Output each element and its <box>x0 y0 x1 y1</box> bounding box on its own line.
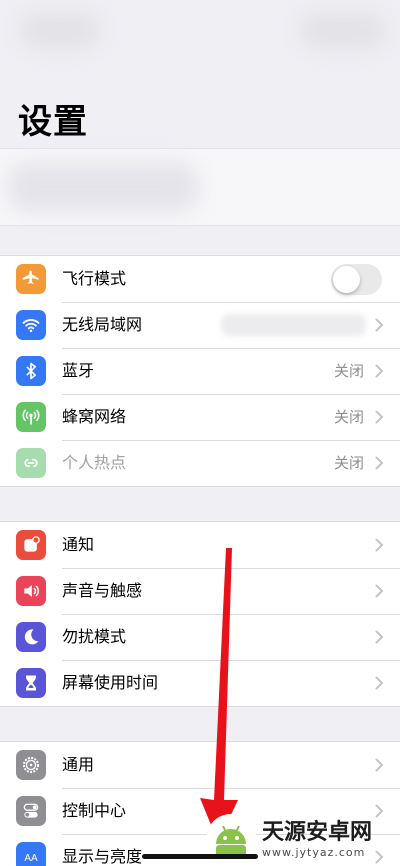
home-indicator <box>142 854 258 859</box>
bluetooth-icon <box>16 356 46 386</box>
wifi-icon <box>16 310 46 340</box>
page-title: 设置 <box>18 102 88 142</box>
notifications-icon <box>16 530 46 560</box>
settings-row-cellular[interactable]: 蜂窝网络 关闭 <box>0 394 400 440</box>
settings-row-value: 关闭 <box>333 454 364 472</box>
gear-icon <box>16 750 46 780</box>
settings-row-hotspot[interactable]: 个人热点 关闭 <box>0 440 400 486</box>
hotspot-icon <box>16 448 46 478</box>
chevron-right-icon <box>375 538 384 552</box>
settings-row-label: 飞行模式 <box>62 269 127 288</box>
settings-row-label: 屏幕使用时间 <box>62 673 159 692</box>
status-bar <box>0 0 400 60</box>
settings-row-moon[interactable]: 勿扰模式 <box>0 614 400 660</box>
status-icons-blurred <box>300 14 386 48</box>
sound-icon <box>16 576 46 606</box>
settings-row-label: 蓝牙 <box>62 361 95 380</box>
settings-group-connectivity: 飞行模式 无线局域网 蓝牙 关闭 蜂窝网络 关闭 个人热点 关闭 <box>0 255 400 487</box>
settings-row-value: 关闭 <box>333 362 364 380</box>
settings-row-gear[interactable]: 通用 <box>0 742 400 788</box>
wifi-network-name-blurred <box>221 314 366 336</box>
airplane-icon <box>16 264 46 294</box>
apple-id-profile-card[interactable] <box>0 148 400 226</box>
chevron-right-icon <box>375 584 384 598</box>
profile-blurred <box>8 163 198 211</box>
settings-row-label: 无线局域网 <box>62 315 143 334</box>
settings-row-notifications[interactable]: 通知 <box>0 522 400 568</box>
settings-row-bluetooth[interactable]: 蓝牙 关闭 <box>0 348 400 394</box>
switches-icon <box>16 796 46 826</box>
settings-row-label: 显示与亮度 <box>62 847 143 866</box>
watermark-title: 天源安卓网 <box>262 819 373 845</box>
settings-row-label: 勿扰模式 <box>62 627 127 646</box>
chevron-right-icon <box>375 364 384 378</box>
settings-row-label: 声音与触感 <box>62 581 143 600</box>
svg-text:AA: AA <box>24 853 38 864</box>
settings-row-label: 蜂窝网络 <box>62 407 127 426</box>
settings-row-label: 控制中心 <box>62 801 127 820</box>
chevron-right-icon <box>375 456 384 470</box>
display-icon: AA <box>16 842 46 866</box>
chevron-right-icon <box>375 758 384 772</box>
settings-row-hourglass[interactable]: 屏幕使用时间 <box>0 660 400 706</box>
toggle-knob <box>333 266 360 293</box>
chevron-right-icon <box>375 410 384 424</box>
chevron-right-icon <box>375 318 384 332</box>
cellular-icon <box>16 402 46 432</box>
watermark-url: www.jytyaz.com <box>262 845 366 859</box>
settings-row-airplane[interactable]: 飞行模式 <box>0 256 400 302</box>
airplane-mode-toggle[interactable] <box>331 264 382 295</box>
chevron-right-icon <box>375 630 384 644</box>
status-time-blurred <box>20 14 100 48</box>
settings-group-notifications: 通知声音与触感勿扰模式屏幕使用时间 <box>0 521 400 707</box>
settings-row-label: 个人热点 <box>62 453 127 472</box>
settings-row-value: 关闭 <box>333 408 364 426</box>
settings-row-label: 通用 <box>62 755 95 774</box>
chevron-right-icon <box>375 676 384 690</box>
settings-row-wifi[interactable]: 无线局域网 <box>0 302 400 348</box>
settings-row-label: 通知 <box>62 535 95 554</box>
hourglass-icon <box>16 668 46 698</box>
moon-icon <box>16 622 46 652</box>
settings-row-sound[interactable]: 声音与触感 <box>0 568 400 614</box>
